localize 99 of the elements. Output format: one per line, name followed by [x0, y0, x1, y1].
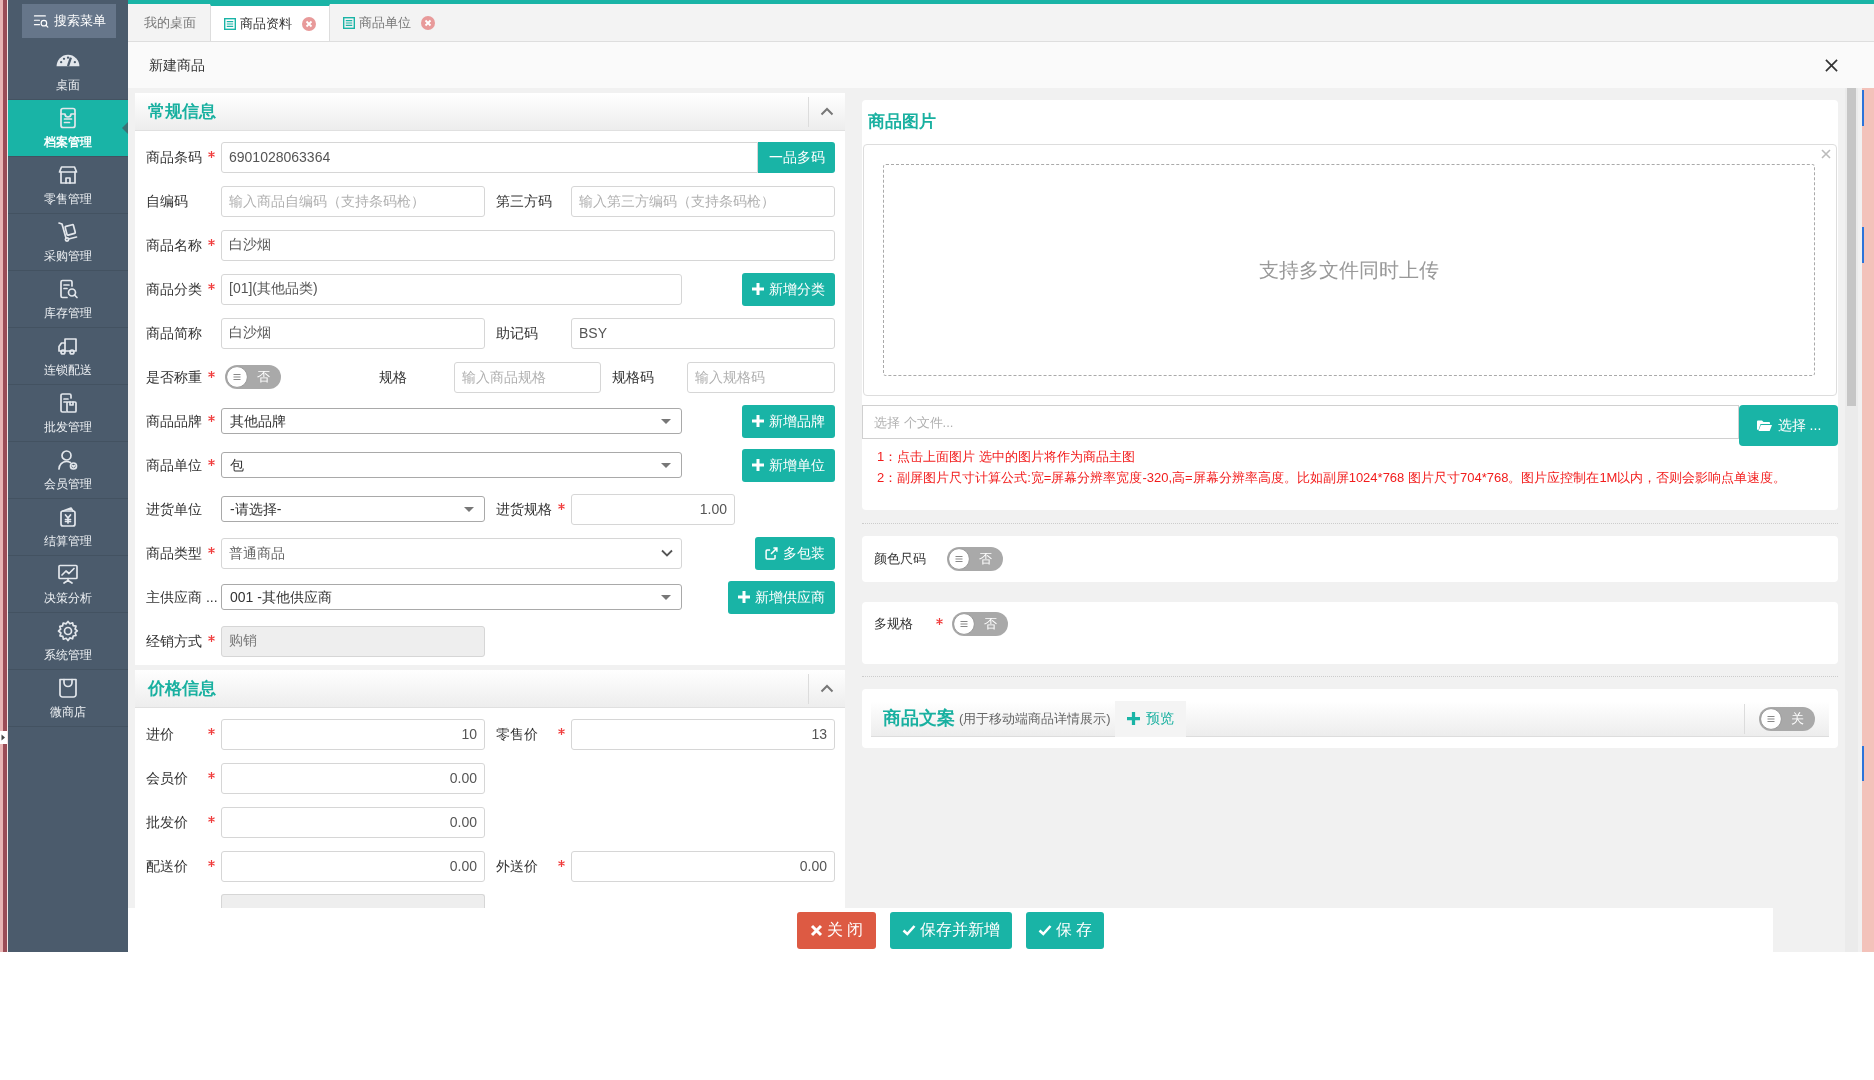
section-note: (用于移动端商品详情展示): [959, 709, 1111, 728]
note-text: 1：点击上面图片 选中的图片将作为商品主图: [877, 448, 1136, 466]
dropdown[interactable]: 其他品牌: [221, 408, 682, 434]
settings-icon: [56, 618, 80, 643]
search-menu-button[interactable]: 搜索菜单: [22, 4, 116, 38]
handle-icon: [953, 613, 975, 635]
field-label: 商品单位: [146, 455, 203, 475]
input-field[interactable]: 10: [221, 718, 485, 750]
tab[interactable]: 我的桌面: [130, 5, 210, 41]
field-label: 商品类型: [146, 543, 203, 563]
dropdown[interactable]: 001 -其他供应商: [221, 584, 682, 610]
input-field[interactable]: 6901028063364: [221, 141, 758, 173]
section-title: 价格信息: [148, 677, 216, 700]
field-label: 商品品牌: [146, 411, 203, 431]
note-text: 2：副屏图片尺寸计算公式:宽=屏幕分辨率宽度-320,高=屏幕分辨率高度。比如副屏1024*768 图片尺寸704*768。图片应控制在1M以内，否则会影响点单速度。: [877, 469, 1788, 487]
input-field[interactable]: 0.00: [221, 762, 485, 794]
input-field[interactable]: 0.00: [221, 850, 485, 882]
drop-zone-hint: 支持多文件同时上传: [1259, 258, 1439, 283]
input-field[interactable]: [01](其他品类): [221, 273, 682, 305]
plus-icon: [752, 283, 764, 295]
field-label: 是否称重: [146, 367, 203, 387]
caret-icon: [661, 462, 671, 468]
handle-icon: [1760, 707, 1782, 730]
handle-icon: [948, 548, 970, 570]
tab[interactable]: 商品资料: [210, 4, 330, 41]
folder-icon: [1755, 419, 1772, 432]
plus-icon: [752, 459, 764, 471]
input-field[interactable]: BSY: [571, 317, 835, 349]
close-button[interactable]: 关 闭: [796, 911, 876, 949]
scrollbar[interactable]: [1845, 88, 1858, 952]
field-label: 进价: [146, 724, 175, 744]
handle-icon: [226, 366, 248, 388]
card-title: 商品图片: [868, 111, 936, 134]
hand-truck-icon: [56, 219, 80, 244]
field-label: 主供应商 ...: [146, 587, 218, 607]
caret-icon: [464, 506, 474, 512]
field-label: 颜色尺码: [874, 550, 927, 569]
input-field[interactable]: [221, 894, 485, 908]
field-label: 商品名称: [146, 235, 203, 255]
collapse-icon[interactable]: [820, 684, 834, 693]
user-icon: [56, 447, 80, 472]
input-field[interactable]: 输入规格码: [687, 361, 835, 393]
caret-icon[interactable]: [0, 731, 7, 744]
collapse-icon[interactable]: [820, 107, 834, 116]
field-label: 商品条码: [146, 147, 203, 167]
section-title: 商品文案: [883, 707, 955, 730]
search-icon: [32, 13, 49, 29]
external-link-icon: [765, 546, 778, 560]
field-label: 经销方式: [146, 631, 203, 651]
marker-icon: [1862, 746, 1864, 781]
input-field[interactable]: 1.00: [571, 493, 735, 525]
caret-icon: [661, 594, 671, 600]
marker-icon: [1862, 227, 1864, 263]
plus-icon: [738, 591, 750, 603]
scrollbar-thumb[interactable]: [1847, 88, 1856, 406]
field-label: 配送价: [146, 856, 189, 876]
tab[interactable]: 商品单位: [330, 5, 448, 41]
cross-icon: [809, 923, 823, 937]
field-label: 助记码: [496, 323, 539, 343]
file-input[interactable]: 选择 个文件...: [862, 405, 1739, 439]
field-label: 第三方码: [496, 191, 553, 211]
field-label: 自编码: [146, 191, 189, 211]
check-icon: [1038, 924, 1052, 936]
caret-icon: [661, 418, 671, 424]
dropdown[interactable]: 包: [221, 452, 682, 478]
field-label: 进货规格: [496, 499, 553, 519]
plus-icon: [1126, 712, 1140, 725]
check-icon: [902, 924, 916, 936]
field-label: 批发价: [146, 812, 189, 832]
gauge-icon: [56, 54, 80, 67]
field-label: 进货单位: [146, 499, 203, 519]
plus-icon: [752, 415, 764, 427]
input-field[interactable]: 白沙烟: [221, 317, 485, 349]
input-field[interactable]: 0.00: [571, 850, 835, 882]
field-label: 会员价: [146, 768, 189, 788]
field-label: 多规格: [874, 615, 914, 634]
section-title: 常规信息: [148, 100, 216, 123]
close-icon[interactable]: [1825, 58, 1838, 72]
chevron-down-icon: [661, 549, 673, 557]
input-field[interactable]: 0.00: [221, 806, 485, 838]
list-icon: [343, 17, 355, 29]
field-label: 商品分类: [146, 279, 203, 299]
input-field[interactable]: 输入商品规格: [454, 361, 601, 393]
input-field[interactable]: 输入第三方编码（支持条码枪）: [571, 185, 835, 217]
field-label: 外送价: [496, 856, 539, 876]
marker-icon: [1862, 90, 1864, 126]
list-icon: [224, 17, 236, 30]
input-field[interactable]: 白沙烟: [221, 229, 835, 261]
field-label: 零售价: [496, 724, 539, 744]
field-label: 商品简称: [146, 323, 203, 343]
pointer-icon: [122, 122, 128, 134]
input-field[interactable]: 输入商品自编码（支持条码枪）: [221, 185, 485, 217]
page-title: 新建商品: [149, 55, 205, 75]
dropdown[interactable]: 普通商品: [221, 537, 682, 569]
input-field[interactable]: 购销: [221, 625, 485, 657]
input-field[interactable]: 13: [571, 718, 835, 750]
field-label: 规格: [379, 367, 408, 387]
dropdown[interactable]: -请选择-: [221, 496, 485, 522]
field-label: 规格码: [612, 367, 655, 387]
